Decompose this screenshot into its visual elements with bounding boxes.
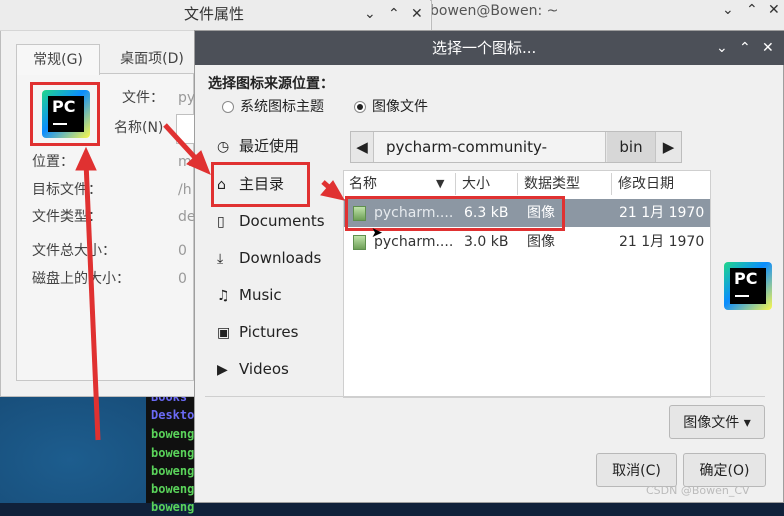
annotation-arrow-up-head <box>75 146 97 171</box>
annotation-arrows <box>75 123 345 441</box>
annotation-arrow-up <box>83 161 101 441</box>
watermark: CSDN @Bowen_CV <box>646 484 750 497</box>
